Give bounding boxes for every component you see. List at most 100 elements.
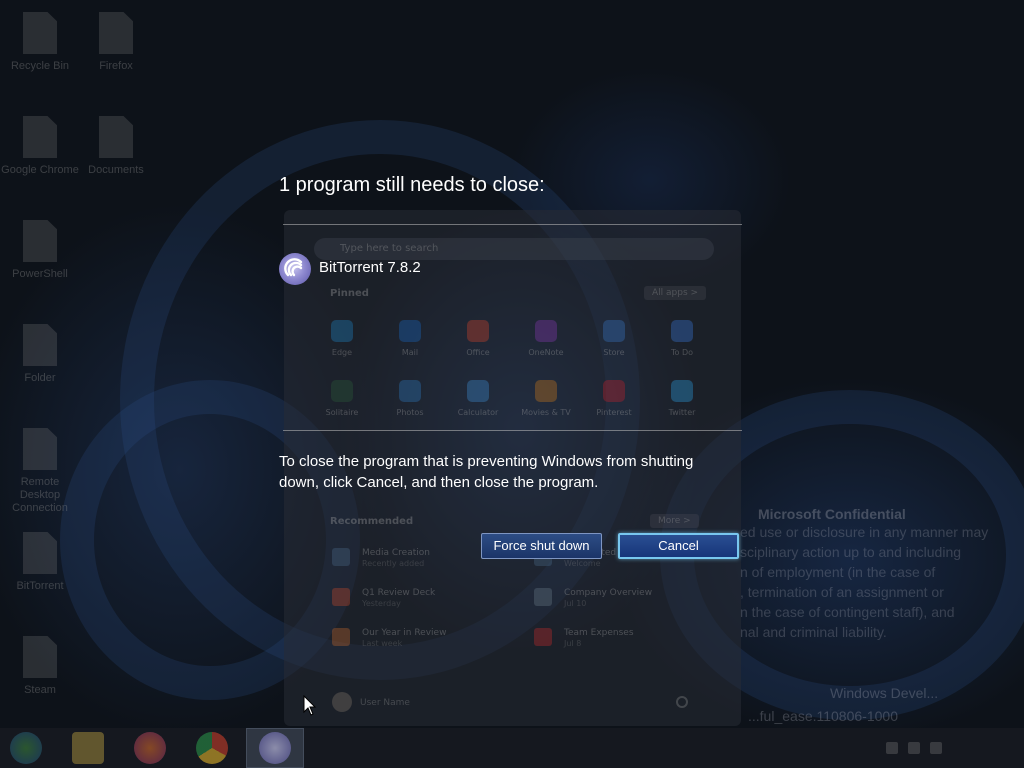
start-button-icon[interactable] — [10, 732, 42, 764]
cancel-button[interactable]: Cancel — [618, 533, 739, 559]
bittorrent-icon — [279, 253, 311, 285]
desktop-background: Recycle Bin Firefox Google Chrome Docume… — [0, 0, 1024, 768]
tray-volume-icon[interactable] — [930, 742, 942, 754]
recommended-subtitle: Yesterday — [362, 599, 401, 608]
bittorrent-taskbar-icon — [259, 732, 291, 764]
desktop-icon-bittorrent[interactable]: BitTorrent — [0, 532, 80, 593]
file-icon — [23, 116, 57, 158]
file-icon — [23, 636, 57, 678]
watermark-line: sciplinary action up to and including — [740, 544, 962, 560]
shutdown-title: 1 program still needs to close: — [279, 174, 545, 196]
desktop-icon-recycle-bin[interactable]: Recycle Bin — [0, 12, 80, 73]
instruction-message: To close the program that is preventing … — [279, 453, 694, 491]
recommended-subtitle: Jul 8 — [564, 639, 582, 648]
file-icon — [23, 12, 57, 54]
recommended-title: Media Creation — [362, 548, 430, 558]
tray-flag-icon[interactable] — [886, 742, 898, 754]
force-shut-down-button[interactable]: Force shut down — [481, 533, 602, 559]
desktop-icon-label: PowerShell — [12, 268, 68, 280]
pinned-app[interactable]: Office — [448, 320, 508, 357]
user-name: User Name — [360, 698, 410, 708]
pinned-app[interactable]: Pinterest — [584, 380, 644, 417]
recommended-title: Our Year in Review — [362, 628, 447, 638]
pinned-app[interactable]: Calculator — [448, 380, 508, 417]
desktop-icon-label: Firefox — [99, 60, 133, 72]
recommended-subtitle: Recently added — [362, 559, 425, 568]
app-icon — [671, 380, 693, 402]
doc-icon — [332, 588, 350, 606]
pinned-app[interactable]: Solitaire — [312, 380, 372, 417]
pinned-app[interactable]: Movies & TV — [516, 380, 576, 417]
file-icon — [23, 220, 57, 262]
recommended-title: Team Expenses — [564, 628, 634, 638]
app-label: OneNote — [528, 348, 564, 357]
desktop-icon-firefox[interactable]: Firefox — [76, 12, 156, 73]
watermark-line: n the case of contingent staff), and — [740, 604, 955, 620]
app-label: Calculator — [457, 408, 499, 417]
app-icon — [399, 380, 421, 402]
recommended-title: Company Overview — [564, 588, 653, 598]
taskbar-bittorrent-button[interactable] — [246, 728, 304, 768]
app-icon — [467, 380, 489, 402]
pinned-app[interactable]: Edge — [312, 320, 372, 357]
app-icon — [535, 320, 557, 342]
app-label: Movies & TV — [521, 408, 571, 417]
desktop-icon-label: BitTorrent — [16, 580, 64, 592]
app-label: Solitaire — [325, 408, 359, 417]
app-icon — [603, 320, 625, 342]
pinned-heading: Pinned — [330, 288, 369, 299]
pinned-app[interactable]: Store — [584, 320, 644, 357]
recommended-subtitle: Welcome — [564, 559, 601, 568]
desktop-icon-documents[interactable]: Documents — [76, 116, 156, 177]
desktop-icon-remote-desktop[interactable]: Remote Desktop Connection — [0, 428, 80, 515]
tray-network-icon[interactable] — [908, 742, 920, 754]
pinned-app[interactable]: Twitter — [652, 380, 712, 417]
app-label: Office — [466, 348, 490, 357]
desktop-icon-steam[interactable]: Steam — [0, 636, 80, 697]
recommended-heading: Recommended — [330, 516, 414, 527]
file-icon — [23, 324, 57, 366]
pinned-app[interactable]: Mail — [380, 320, 440, 357]
power-icon[interactable] — [676, 696, 688, 708]
file-icon — [99, 116, 133, 158]
user-avatar[interactable] — [332, 692, 352, 712]
watermark-line: n of employment (in the case of — [740, 564, 936, 580]
desktop-icon-label: Google Chrome — [1, 164, 79, 176]
desktop-icon-chrome[interactable]: Google Chrome — [0, 116, 80, 177]
desktop-icon-label: Documents — [88, 164, 144, 176]
doc-icon — [534, 628, 552, 646]
file-explorer-icon[interactable] — [72, 732, 104, 764]
confidential-watermark: Microsoft Confidential ed use or disclos… — [740, 506, 1010, 642]
desktop-icon-label: Steam — [24, 684, 56, 696]
more-button[interactable]: More > — [650, 514, 699, 528]
firefox-icon[interactable] — [134, 732, 166, 764]
desktop-icon-label: Folder — [24, 372, 56, 384]
app-icon — [603, 380, 625, 402]
app-label: Store — [603, 348, 625, 357]
pinned-app[interactable]: OneNote — [516, 320, 576, 357]
desktop-icon-folder[interactable]: Folder — [0, 324, 80, 385]
bottom-divider — [283, 430, 742, 431]
all-apps-button[interactable]: All apps > — [644, 286, 707, 300]
app-icon — [331, 320, 353, 342]
app-label: Edge — [331, 348, 353, 357]
chrome-icon[interactable] — [196, 732, 228, 764]
windows-edition-text: Windows Devel... — [830, 685, 939, 701]
top-divider — [283, 224, 742, 225]
file-icon — [23, 428, 57, 470]
watermark-line: , termination of an assignment or — [740, 584, 944, 600]
build-string-text: ...ful_ease.110806-1000 — [748, 708, 898, 724]
desktop-icon-powershell[interactable]: PowerShell — [0, 220, 80, 281]
pinned-app[interactable]: To Do — [652, 320, 712, 357]
blocking-program-item: BitTorrent 7.8.2 — [279, 253, 579, 287]
app-icon — [535, 380, 557, 402]
app-label: Pinterest — [596, 408, 632, 417]
app-label: Photos — [396, 408, 424, 417]
desktop-icon-label: Recycle Bin — [10, 60, 70, 72]
file-icon — [23, 532, 57, 574]
pinned-app[interactable]: Photos — [380, 380, 440, 417]
app-icon — [399, 320, 421, 342]
app-label: Mail — [401, 348, 419, 357]
app-label: To Do — [670, 348, 694, 357]
doc-icon — [534, 588, 552, 606]
